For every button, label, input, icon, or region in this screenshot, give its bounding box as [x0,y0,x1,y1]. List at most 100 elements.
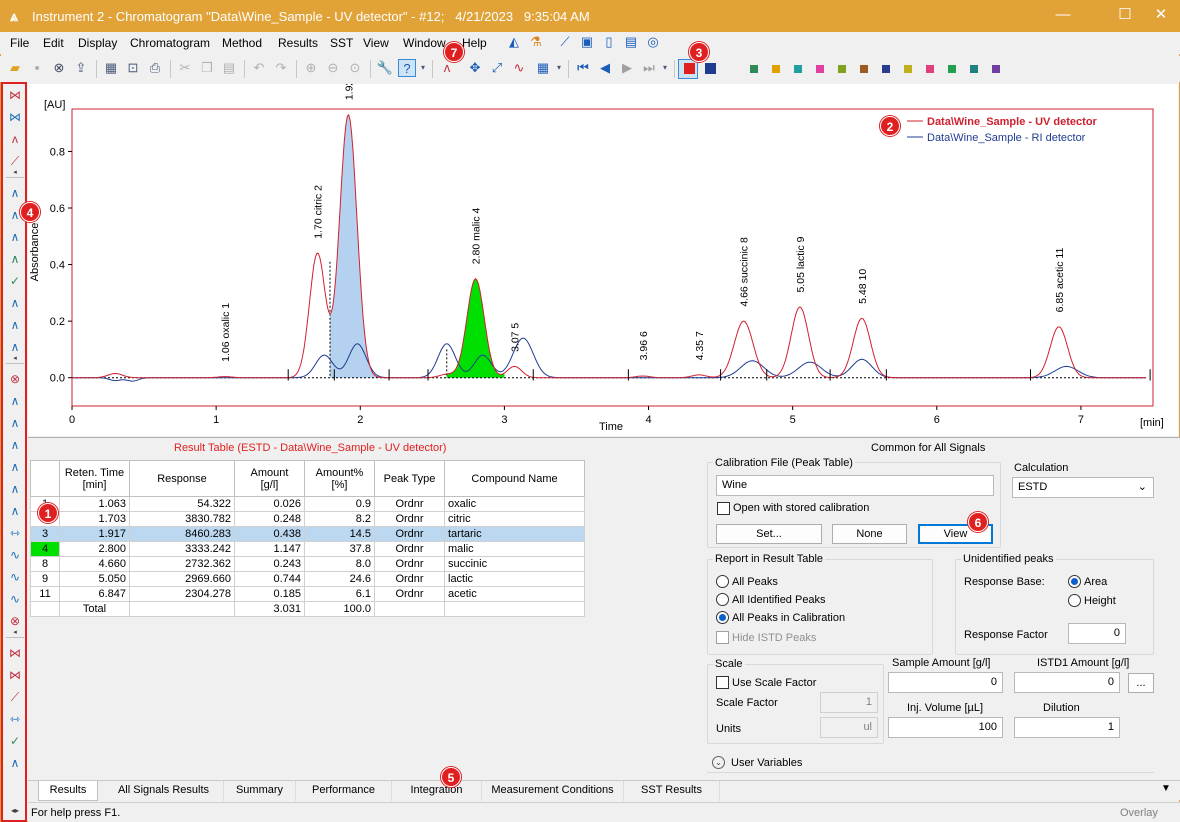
collapse-group-icon[interactable]: ◂ [6,169,24,177]
col-header-peak-type[interactable]: Peak Type [374,460,445,497]
graph-icon[interactable]: ⟋ [556,33,574,51]
color-swatch[interactable] [838,65,846,73]
table-cell[interactable]: lactic [444,571,585,587]
last-icon[interactable]: ⏭ [640,59,658,77]
print-preview-icon[interactable]: ⊡ [124,59,142,77]
menu-display[interactable]: Display [78,36,117,50]
radio-all-identified[interactable] [716,593,729,606]
table-cell[interactable]: 0.248 [234,511,305,527]
inj-volume-field[interactable]: 100 [888,717,1003,738]
color-swatch[interactable] [705,63,716,74]
table-cell[interactable]: 4.660 [59,556,130,572]
peak-label[interactable]: 6.85 acetic 11 [1054,248,1066,313]
menu-view[interactable]: View [363,36,389,50]
open-folder-icon[interactable]: ▰ [6,59,24,77]
save-icon[interactable]: ▪ [28,59,46,77]
table-cell[interactable]: 3333.242 [129,541,235,557]
scale-factor-field[interactable]: 1 [820,692,878,713]
target-icon[interactable]: ◎ [644,33,662,51]
table-cell[interactable]: 1.703 [59,511,130,527]
col-header-amount-pct[interactable]: Amount% [%] [304,460,375,497]
table-cell[interactable]: oxalic [444,496,585,512]
peak-g-icon[interactable]: ∧ [6,338,24,356]
peak-mark-icon[interactable]: ∧ [6,250,24,268]
table-row[interactable]: 4 2.800 3333.242 1.147 37.8 Ordnr malic [30,541,585,557]
menu-help[interactable]: Help [462,36,487,50]
help-icon[interactable]: ? [398,59,416,77]
table-cell[interactable]: 24.6 [304,571,375,587]
table-cell[interactable]: Ordnr [374,571,445,587]
chevron-down-icon[interactable]: ▾ [554,59,564,77]
ri-detector-trace[interactable] [72,337,1146,382]
table-cell[interactable]: 14.5 [304,526,375,542]
peak-label[interactable]: 5.48 10 [857,269,869,304]
table-cell[interactable]: 0.9 [304,496,375,512]
table-cell[interactable]: 0.026 [234,496,305,512]
tab-integration[interactable]: Integration [392,781,482,801]
table-cell[interactable]: 5.050 [59,571,130,587]
minimize-button[interactable]: — [1040,0,1086,32]
dilution-field[interactable]: 1 [1014,717,1120,738]
tabs-menu-chevron-icon[interactable]: ▼ [1161,783,1171,794]
settings-wrench-icon[interactable]: 🔧 [376,59,394,77]
table-cell[interactable]: 54.322 [129,496,235,512]
vial-icon[interactable]: ▯ [600,33,618,51]
table-cell[interactable]: 3830.782 [129,511,235,527]
trend-icon[interactable]: ▣ [578,33,596,51]
move-icon[interactable]: ✥ [466,59,484,77]
table-cell[interactable]: Ordnr [374,496,445,512]
scroll-toolbar-icon[interactable]: ◂▸ [6,802,24,820]
row-index-cell[interactable]: 3 [30,526,60,542]
valley-baseline-icon[interactable]: ∧ [6,458,24,476]
table-cell[interactable]: citric [444,511,585,527]
menu-method[interactable]: Method [222,36,262,50]
undo-icon[interactable]: ↶ [250,59,268,77]
istd-more-button[interactable]: ... [1128,673,1154,693]
move-baseline-icon[interactable]: ∿ [6,590,24,608]
peak-label[interactable]: 2.80 malic 4 [471,207,483,264]
user-variables-label[interactable]: User Variables [731,757,802,769]
tab-summary[interactable]: Summary [224,781,296,801]
check-icon[interactable]: ✓ [6,732,24,750]
col-header-amount[interactable]: Amount [g/l] [234,460,305,497]
response-factor-field[interactable]: 0 [1068,623,1126,644]
integrate-icon[interactable]: ⋈ [6,86,24,104]
forward-horizon-icon[interactable]: ∧ [6,480,24,498]
table-cell[interactable]: 0.185 [234,586,305,602]
row-index-cell[interactable]: 8 [30,556,60,572]
table-cell[interactable]: malic [444,541,585,557]
menu-window[interactable]: Window [403,36,446,50]
table-cell[interactable]: 8460.283 [129,526,235,542]
peak-label[interactable]: 1.06 oxalic 1 [220,303,232,362]
tangent-icon[interactable]: ∧ [6,392,24,410]
tab-performance[interactable]: Performance [296,781,392,801]
menu-chromatogram[interactable]: Chromatogram [130,36,210,50]
split-peak-icon[interactable]: ⋈ [6,108,24,126]
baseline-icon[interactable]: ⟋ [6,152,24,170]
table-cell[interactable]: 8.2 [304,511,375,527]
next-icon[interactable]: ▶ [618,59,636,77]
manual-integrate-icon[interactable]: ⋈ [6,644,24,662]
table-cell[interactable]: 2732.362 [129,556,235,572]
table-cell[interactable]: 6.847 [59,586,130,602]
sample-amount-field[interactable]: 0 [888,672,1003,693]
radio-height[interactable] [1068,594,1081,607]
peak-label[interactable]: 1.92 tartaric 3 [343,36,355,100]
chart-tool-icon[interactable]: ◭ [505,33,523,51]
peak-check-icon[interactable]: ✓ [6,272,24,290]
color-swatch[interactable] [904,65,912,73]
table-cell[interactable]: Ordnr [374,556,445,572]
delete-peak-icon[interactable]: ⊗ [6,370,24,388]
table-row[interactable]: 3 1.917 8460.283 0.438 14.5 Ordnr tartaric [30,526,585,542]
cut-icon[interactable]: ✂ [176,59,194,77]
row-index-cell[interactable]: 11 [30,586,60,602]
close-button[interactable]: ✕ [1138,0,1180,32]
color-swatch[interactable] [684,63,695,74]
hide-istd-checkbox[interactable] [716,631,729,644]
row-index-cell[interactable]: 9 [30,571,60,587]
flask-icon[interactable]: ⚗ [527,33,545,51]
table-cell[interactable]: 0.243 [234,556,305,572]
previous-icon[interactable]: ◀ [596,59,614,77]
color-swatch[interactable] [816,65,824,73]
tab-all-signals-results[interactable]: All Signals Results [104,781,224,801]
